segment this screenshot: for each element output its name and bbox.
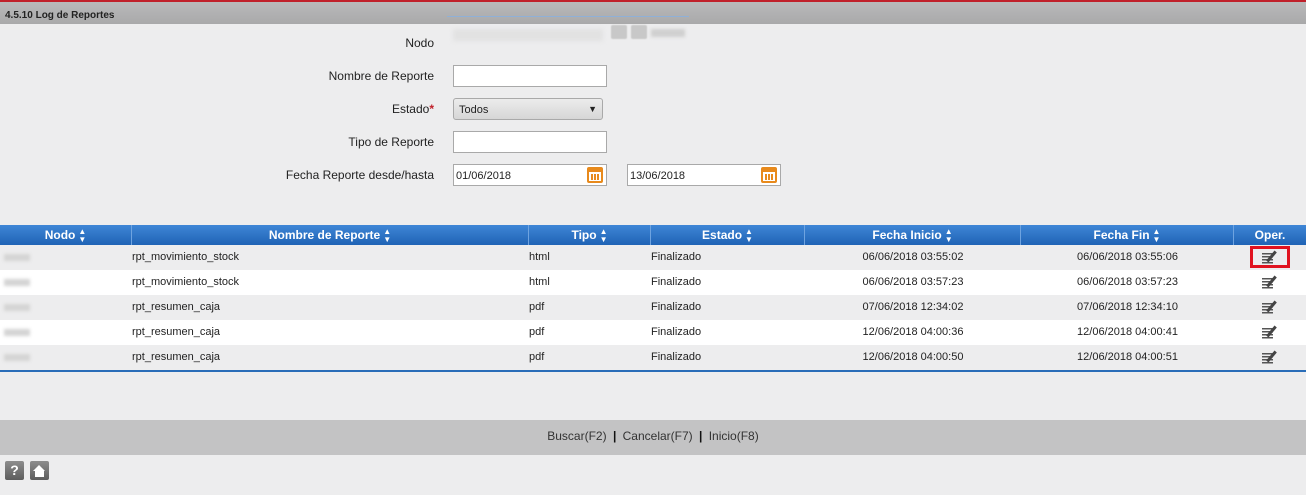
dropdown-arrow-icon: ▼: [588, 104, 597, 114]
reports-grid: Nodo ▲ ▼ Nombre de Reporte ▲ ▼ Tipo ▲ ▼ Estado…: [0, 225, 1306, 372]
nombre-input[interactable]: [453, 65, 607, 87]
cell-fecha-fin: 12/06/2018 04:00:41: [1077, 326, 1178, 338]
nodo-code: [651, 29, 685, 37]
cell-fecha-inicio: 07/06/2018 12:34:02: [862, 301, 964, 313]
nodo-search-icon[interactable]: [611, 25, 627, 39]
required-marker: *: [429, 102, 434, 116]
cancelar-button[interactable]: Cancelar(F7): [623, 429, 693, 443]
col-header-estado[interactable]: Estado ▲ ▼: [651, 225, 805, 245]
table-row[interactable]: rpt_resumen_caja pdf Finalizado 12/06/20…: [0, 320, 1306, 345]
sort-icon: ▲ ▼: [745, 226, 753, 244]
separator: |: [699, 429, 703, 443]
cell-oper: [1234, 245, 1306, 270]
cell-tipo: html: [529, 251, 550, 263]
table-row[interactable]: rpt_movimiento_stock html Finalizado 06/…: [0, 245, 1306, 270]
table-row[interactable]: rpt_resumen_caja pdf Finalizado 12/06/20…: [0, 345, 1306, 370]
calendar-icon[interactable]: [587, 167, 603, 183]
col-header-fecha-fin[interactable]: Fecha Fin ▲ ▼: [1021, 225, 1234, 245]
action-bar: Buscar(F2) | Cancelar(F7) | Inicio(F8): [0, 420, 1306, 455]
col-header-nodo[interactable]: Nodo ▲ ▼: [0, 225, 132, 245]
sort-icon: ▲ ▼: [599, 226, 608, 244]
cell-tipo: html: [529, 276, 550, 288]
fecha-hasta-input[interactable]: 13/06/2018: [627, 164, 781, 186]
estado-label: Estado*: [391, 102, 434, 116]
buscar-button[interactable]: Buscar(F2): [547, 429, 606, 443]
cell-nombre: rpt_resumen_caja: [132, 351, 221, 363]
cell-nombre: rpt_movimiento_stock: [132, 276, 239, 288]
cell-fecha-inicio: 12/06/2018 04:00:36: [862, 326, 964, 338]
edit-icon[interactable]: [1262, 300, 1278, 315]
cell-estado: Finalizado: [651, 276, 702, 288]
grid-body: rpt_movimiento_stock html Finalizado 06/…: [0, 245, 1306, 370]
fecha-label: Fecha Reporte desde/hasta: [285, 168, 434, 182]
cell-estado: Finalizado: [651, 251, 702, 263]
sort-icon: ▲ ▼: [1152, 226, 1161, 244]
col-header-nombre[interactable]: Nombre de Reporte ▲ ▼: [132, 225, 529, 245]
cell-estado: Finalizado: [651, 326, 702, 338]
cell-estado: Finalizado: [651, 301, 702, 313]
cell-nombre: rpt_resumen_caja: [132, 301, 221, 313]
fecha-desde-value: 01/06/2018: [456, 170, 512, 182]
page-title: 4.5.10 Log de Reportes: [5, 10, 115, 21]
edit-icon[interactable]: [1262, 275, 1278, 290]
cell-fecha-inicio: 06/06/2018 03:57:23: [862, 276, 964, 288]
edit-icon[interactable]: [1262, 250, 1278, 265]
estado-selected-value: Todos: [459, 104, 489, 116]
nodo-label: Nodo: [405, 36, 434, 50]
nodo-clear-icon[interactable]: [631, 25, 647, 39]
cell-fecha-fin: 12/06/2018 04:00:51: [1077, 351, 1178, 363]
home-button[interactable]: [30, 461, 49, 480]
edit-icon[interactable]: [1262, 325, 1278, 340]
col-header-tipo[interactable]: Tipo ▲ ▼: [529, 225, 651, 245]
estado-select[interactable]: Todos ▼: [453, 98, 603, 120]
estado-row: Estado* Todos ▼: [0, 98, 1306, 120]
tipo-label: Tipo de Reporte: [348, 135, 434, 149]
cell-oper: [1234, 295, 1306, 320]
inicio-button[interactable]: Inicio(F8): [709, 429, 759, 443]
cell-fecha-inicio: 12/06/2018 04:00:50: [862, 351, 964, 363]
sort-icon: ▲ ▼: [383, 226, 392, 244]
cell-fecha-fin: 06/06/2018 03:57:23: [1077, 276, 1178, 288]
calendar-icon[interactable]: [761, 167, 777, 183]
cell-oper: [1234, 345, 1306, 370]
cell-nodo: [0, 270, 132, 295]
cell-tipo: pdf: [529, 351, 545, 363]
cell-fecha-fin: 07/06/2018 12:34:10: [1077, 301, 1178, 313]
tipo-input[interactable]: [453, 131, 607, 153]
nodo-value: [453, 29, 603, 41]
cell-nodo: [0, 345, 132, 370]
cell-tipo: pdf: [529, 301, 545, 313]
cell-fecha-inicio: 06/06/2018 03:55:02: [862, 251, 964, 263]
tipo-row: Tipo de Reporte: [0, 131, 1306, 153]
fecha-desde-input[interactable]: 01/06/2018: [453, 164, 607, 186]
cell-nodo: [0, 295, 132, 320]
edit-icon[interactable]: [1262, 350, 1278, 365]
cell-fecha-fin: 06/06/2018 03:55:06: [1077, 251, 1178, 263]
cell-oper: [1234, 320, 1306, 345]
col-header-oper: Oper.: [1254, 228, 1286, 242]
nodo-field[interactable]: [447, 16, 689, 46]
question-icon: ?: [10, 462, 19, 478]
cell-nodo: [0, 245, 132, 270]
col-header-fecha-inicio[interactable]: Fecha Inicio ▲ ▼: [805, 225, 1021, 245]
cell-tipo: pdf: [529, 326, 545, 338]
help-button[interactable]: ?: [5, 461, 24, 480]
cell-nodo: [0, 320, 132, 345]
nodo-row: Nodo: [0, 16, 1306, 54]
cell-estado: Finalizado: [651, 351, 702, 363]
fecha-row: Fecha Reporte desde/hasta 01/06/2018 13/…: [0, 164, 1306, 186]
sort-icon: ▲ ▼: [78, 226, 87, 244]
nombre-label: Nombre de Reporte: [328, 69, 434, 83]
table-row[interactable]: rpt_movimiento_stock html Finalizado 06/…: [0, 270, 1306, 295]
cell-oper: [1234, 270, 1306, 295]
cell-nombre: rpt_resumen_caja: [132, 326, 221, 338]
sort-icon: ▲ ▼: [944, 226, 953, 244]
fecha-hasta-value: 13/06/2018: [630, 170, 686, 182]
nombre-row: Nombre de Reporte: [0, 65, 1306, 87]
separator: |: [612, 429, 617, 443]
table-row[interactable]: rpt_resumen_caja pdf Finalizado 07/06/20…: [0, 295, 1306, 320]
cell-nombre: rpt_movimiento_stock: [132, 251, 239, 263]
grid-header: Nodo ▲ ▼ Nombre de Reporte ▲ ▼ Tipo ▲ ▼ Estado…: [0, 225, 1306, 245]
